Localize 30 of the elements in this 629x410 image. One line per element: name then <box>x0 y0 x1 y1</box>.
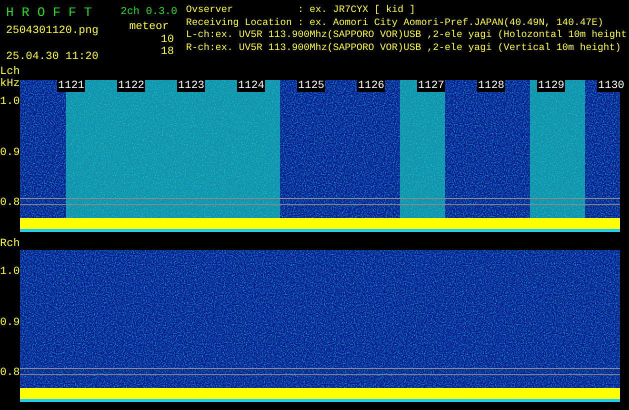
time-label: 1123 <box>177 80 206 92</box>
time-label: 1128 <box>477 80 506 92</box>
channel-label: Lch <box>0 66 20 78</box>
time-label: 1125 <box>297 80 326 92</box>
time-label: 1124 <box>237 80 266 92</box>
station-info-line: R-ch:ex. UV5R 113.900Mhz(SAPPORO VOR)USB ,2-ele yagi (Vertical 10m height) <box>186 42 622 54</box>
meteor-count: 10 <box>160 34 175 46</box>
station-info-line: Ovserver : ex. JR7CYX [ kid ] <box>186 4 416 16</box>
station-info-line: Receiving Location : ex. Aomori City Aomori-Pref.JAPAN(40.49N, 140.47E) <box>186 16 604 29</box>
time-label: 1129 <box>537 80 566 92</box>
time-label: 1126 <box>357 80 386 92</box>
station-info-line: L-ch:ex. UV5R 113.900Mhz(SAPPORO VOR)USB ,2-ele yagi (Holozontal 10m height <box>186 29 627 42</box>
channel-label: Rch <box>0 238 20 250</box>
app-title: H R O F F T <box>6 4 93 22</box>
time-label: 1127 <box>417 80 446 92</box>
y-tick-label: 0.9 <box>0 147 20 159</box>
meteor-label: meteor <box>129 20 169 34</box>
y-tick-label: 0.9 <box>0 317 20 329</box>
version-label: 2ch 0.3.0 <box>120 5 178 20</box>
y-tick-label: 0.8 <box>0 367 20 379</box>
filename: 2504301120.png <box>6 24 100 38</box>
meteor-count: 18 <box>160 46 175 58</box>
y-tick-label: 0.8 <box>0 197 20 209</box>
y-tick-label: 1.0 <box>0 266 20 278</box>
unit-label: kHz <box>0 78 20 90</box>
datetime: 25.04.30 11:20 <box>6 50 100 64</box>
y-tick-label: 1.0 <box>0 96 20 108</box>
time-label: 1122 <box>117 80 146 92</box>
time-label: 1130 <box>597 80 626 92</box>
time-label: 1121 <box>57 80 86 92</box>
